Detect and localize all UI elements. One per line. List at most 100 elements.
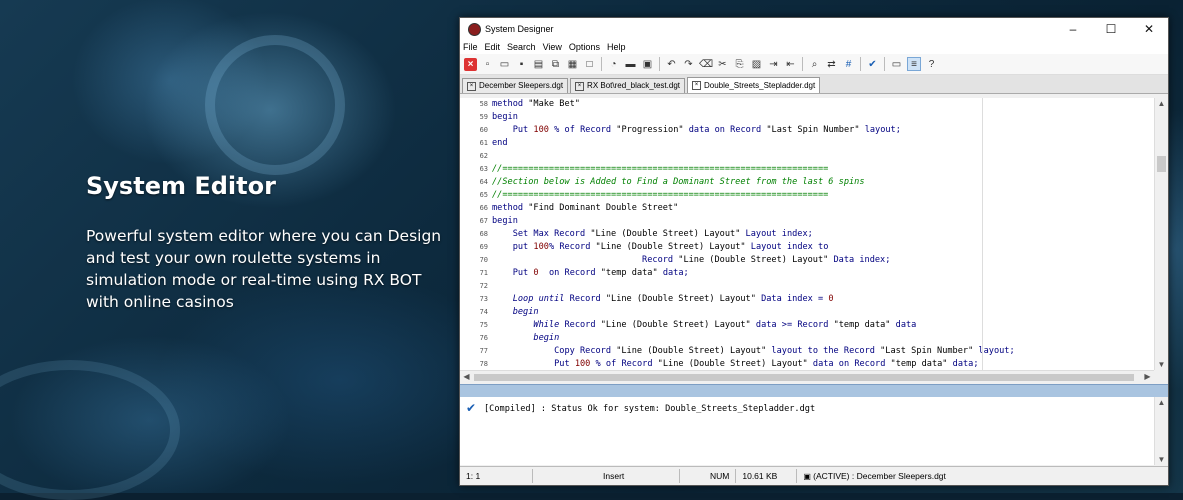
hero-description: Powerful system editor where you can Des… [86, 227, 442, 311]
tab-close-icon[interactable]: × [692, 81, 701, 90]
tab-double-streets-stepladder[interactable]: × Double_Streets_Stepladder.dgt [687, 77, 821, 93]
code-line[interactable]: 60 Put 100 % of Record "Progression" dat… [460, 124, 1154, 137]
menu-bar: File Edit Search View Options Help [460, 40, 1168, 54]
export-icon[interactable]: ▦ [566, 58, 579, 71]
toolbar-separator [884, 57, 885, 71]
help-icon[interactable]: ? [925, 58, 938, 71]
menu-view[interactable]: View [540, 42, 566, 52]
print-setup-icon[interactable]: ▣ [641, 58, 654, 71]
paste-icon[interactable]: ▨ [750, 58, 763, 71]
code-text: Copy Record "Line (Double Street) Layout… [554, 346, 1015, 356]
code-text: Put 100 % of Record "Line (Double Street… [554, 359, 979, 369]
code-line[interactable]: 65 //====================================… [460, 189, 1154, 202]
minimize-button[interactable]: – [1054, 18, 1092, 40]
insert-mode: Insert [533, 469, 680, 483]
maximize-button[interactable]: ☐ [1092, 18, 1130, 40]
output-panel-icon[interactable]: ≡ [907, 57, 921, 71]
code-line[interactable]: 64 //Section below is Added to Find a Dom… [460, 176, 1154, 189]
line-number: 60 [479, 126, 488, 134]
code-line[interactable]: 76 begin [460, 332, 1154, 345]
close-file-icon[interactable]: × [464, 57, 477, 71]
close-button[interactable]: ✕ [1130, 18, 1168, 40]
code-line[interactable]: 70 Record "Line (Double Street) Layout" … [460, 254, 1154, 267]
save-icon[interactable]: ▪ [515, 58, 528, 71]
code-line[interactable]: 67 begin [460, 215, 1154, 228]
app-icon [468, 22, 481, 36]
menu-file[interactable]: File [460, 42, 482, 52]
outdent-icon[interactable]: ⇤ [784, 58, 797, 71]
scroll-down-icon[interactable]: ▼ [1155, 360, 1168, 369]
code-line[interactable]: 59 begin [460, 111, 1154, 124]
right-margin-guide [982, 98, 983, 370]
output-scrollbar[interactable]: ▲ ▼ [1154, 397, 1168, 465]
code-line[interactable]: 78 Put 100 % of Record "Line (Double Str… [460, 358, 1154, 370]
code-editor[interactable]: 58 method "Make Bet" 59 begin 60 Put 100 % o… [460, 98, 1154, 370]
scroll-up-icon[interactable]: ▲ [1155, 398, 1168, 407]
code-line[interactable]: 63 //====================================… [460, 163, 1154, 176]
eraser-icon[interactable]: ⌫ [699, 58, 713, 71]
code-line[interactable]: 74 begin [460, 306, 1154, 319]
menu-options[interactable]: Options [566, 42, 604, 52]
copy-icon[interactable]: ⎘ [733, 58, 746, 71]
scroll-right-icon[interactable]: ▶ [1141, 372, 1154, 381]
code-line[interactable]: 68 Set Max Record "Line (Double Street) … [460, 228, 1154, 241]
new-file-icon[interactable]: ▫ [481, 58, 494, 71]
indent-icon[interactable]: ⇥ [767, 58, 780, 71]
file-size: 10.61 KB [736, 469, 798, 483]
panel-splitter[interactable] [460, 384, 1168, 398]
scroll-left-icon[interactable]: ◀ [460, 372, 473, 381]
code-line[interactable]: 62 [460, 150, 1154, 163]
tab-red-black-test[interactable]: × RX Bot\red_black_test.dgt [570, 78, 685, 93]
code-text: Record "Line (Double Street) Layout" Dat… [642, 255, 891, 265]
code-line[interactable]: 72 [460, 280, 1154, 293]
print-icon[interactable]: ▬ [624, 58, 637, 71]
scroll-up-icon[interactable]: ▲ [1155, 99, 1168, 108]
toolbar-separator [659, 57, 660, 71]
scrollbar-thumb[interactable] [474, 374, 1134, 381]
code-line[interactable]: 66 method "Find Dominant Double Street" [460, 202, 1154, 215]
scrollbar-thumb[interactable] [1157, 156, 1166, 172]
code-line[interactable]: 75 While Record "Line (Double Street) La… [460, 319, 1154, 332]
save-all-icon[interactable]: ▤ [532, 58, 545, 71]
goto-icon[interactable]: # [842, 58, 855, 71]
redo-icon[interactable]: ↷ [682, 58, 695, 71]
line-number: 62 [479, 152, 488, 160]
code-line[interactable]: 77 Copy Record "Line (Double Street) Lay… [460, 345, 1154, 358]
code-line[interactable]: 69 put 100% Record "Line (Double Street)… [460, 241, 1154, 254]
replace-icon[interactable]: ⇄ [825, 58, 838, 71]
copy-file-icon[interactable]: ⧉ [549, 58, 562, 71]
open-folder-icon[interactable]: ▭ [498, 58, 511, 71]
line-number: 73 [479, 295, 488, 303]
code-text: While Record "Line (Double Street) Layou… [533, 320, 917, 330]
window-icon[interactable]: ▭ [890, 58, 903, 71]
editor-vertical-scrollbar[interactable]: ▲ ▼ [1154, 98, 1168, 370]
code-text: begin [492, 216, 518, 226]
line-number: 66 [479, 204, 488, 212]
print-preview-icon[interactable]: ◔ [607, 58, 620, 71]
code-text: put 100% Record "Line (Double Street) La… [512, 242, 829, 252]
scroll-down-icon[interactable]: ▼ [1155, 455, 1168, 464]
menu-help[interactable]: Help [604, 42, 630, 52]
compile-check-icon[interactable]: ✔ [866, 58, 879, 71]
undo-icon[interactable]: ↶ [665, 58, 678, 71]
code-line[interactable]: 58 method "Make Bet" [460, 98, 1154, 111]
find-icon[interactable]: ⌕ [808, 58, 821, 71]
code-line[interactable]: 73 Loop until Record "Line (Double Stree… [460, 293, 1154, 306]
toolbar-separator [860, 57, 861, 71]
code-text: Loop until Record "Line (Double Street) … [512, 294, 834, 304]
tab-december-sleepers[interactable]: × December Sleepers.dgt [462, 78, 569, 93]
tab-close-icon[interactable]: × [467, 81, 476, 91]
tab-close-icon[interactable]: × [575, 81, 585, 91]
code-line[interactable]: 71 Put 0 on Record "temp data" data; [460, 267, 1154, 280]
line-number: 70 [479, 256, 488, 264]
line-number: 72 [479, 282, 488, 290]
menu-search[interactable]: Search [504, 42, 540, 52]
page-icon[interactable]: □ [583, 58, 596, 71]
window-titlebar: System Designer – ☐ ✕ [460, 18, 1168, 40]
code-line[interactable]: 61 end [460, 137, 1154, 150]
cut-icon[interactable]: ✂ [716, 58, 729, 71]
editor-horizontal-scrollbar[interactable]: ◀ ▶ [460, 370, 1154, 384]
line-number: 67 [479, 217, 488, 225]
line-number: 59 [479, 113, 488, 121]
menu-edit[interactable]: Edit [482, 42, 505, 52]
